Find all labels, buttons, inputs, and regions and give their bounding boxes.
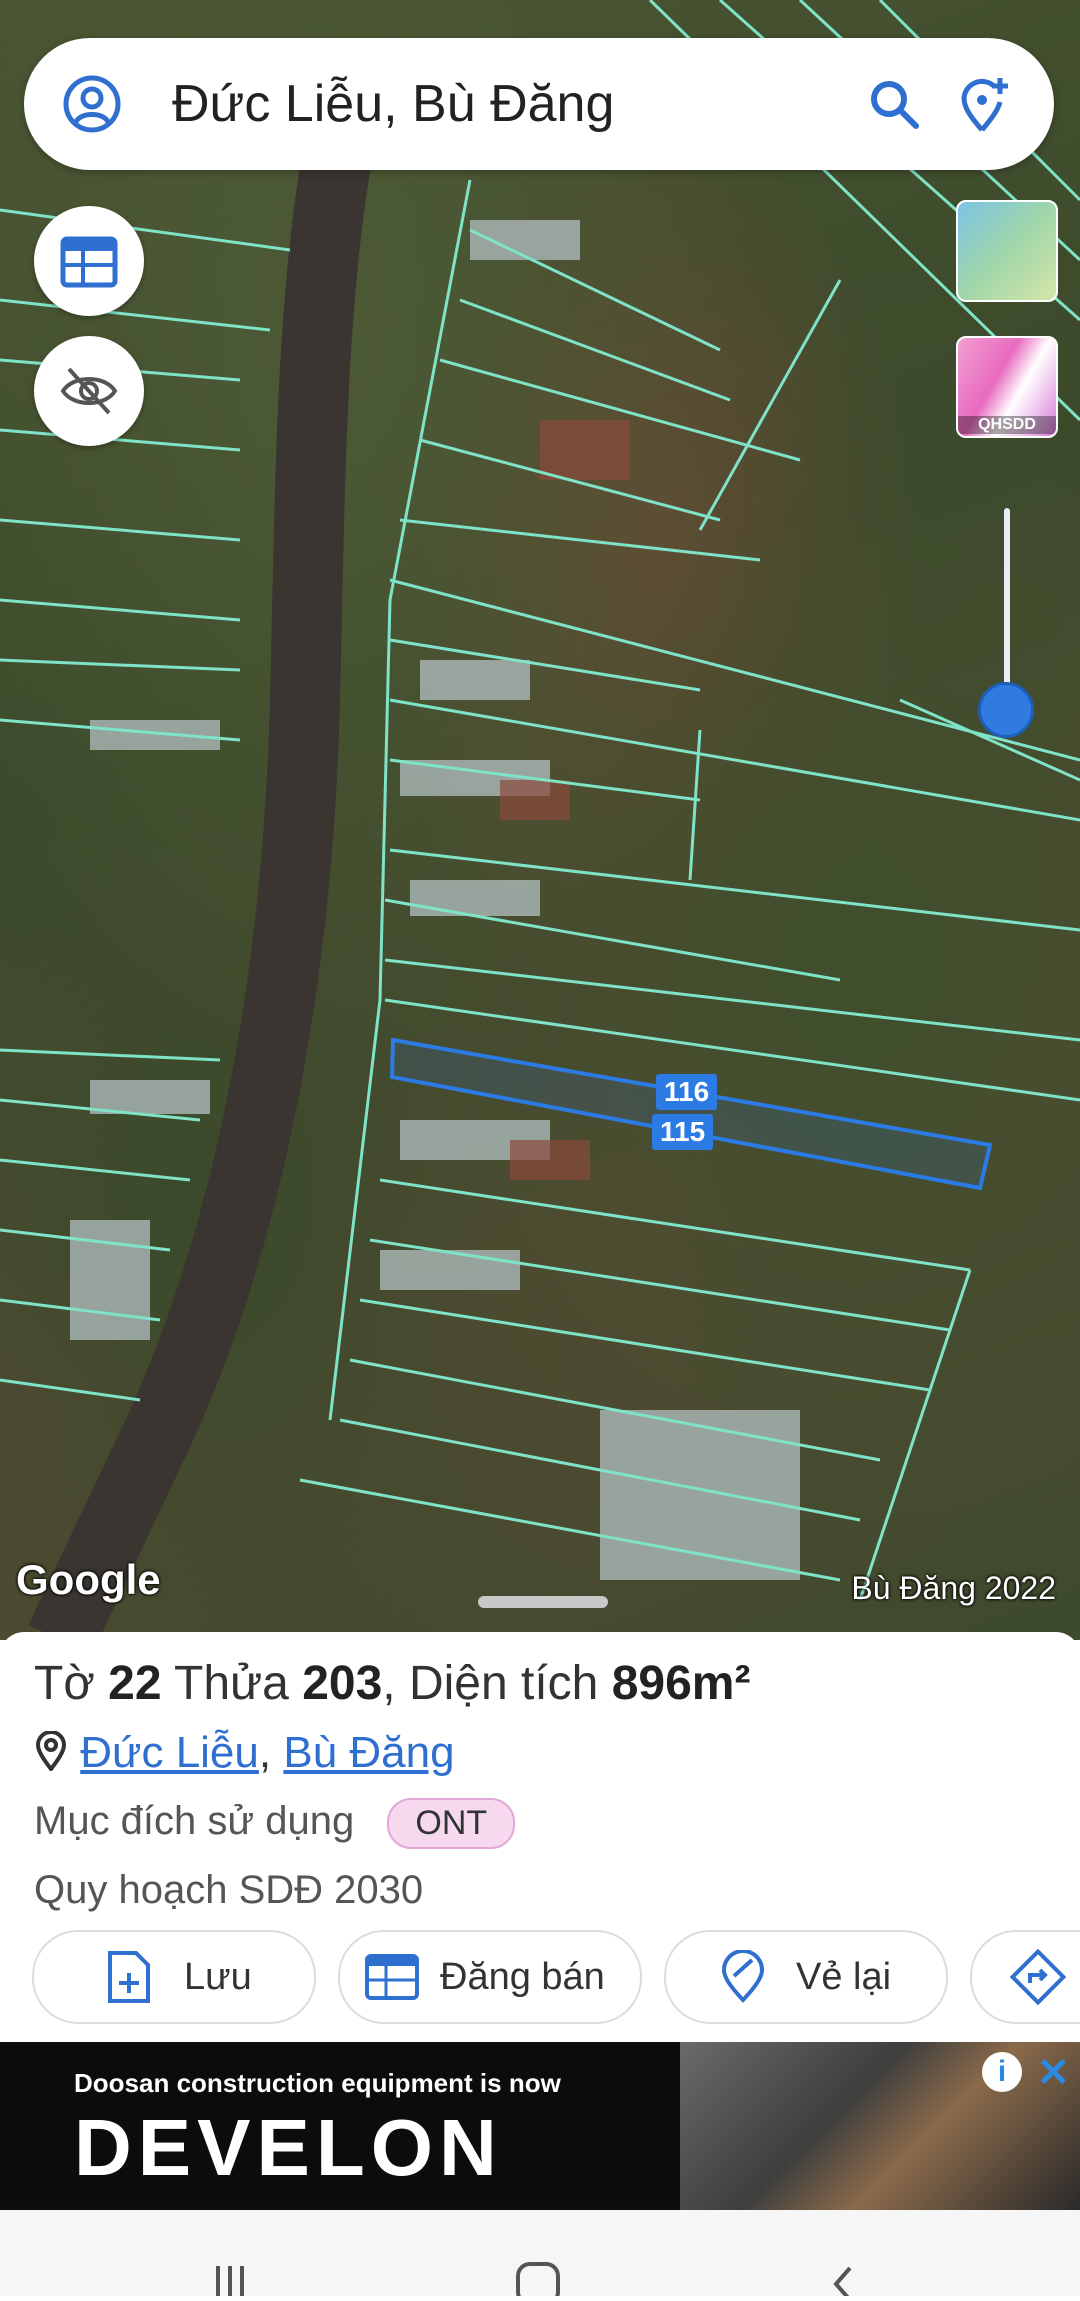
search-icon[interactable] xyxy=(864,74,924,134)
plot-label: Thửa xyxy=(174,1657,289,1710)
save-button[interactable]: Lưu xyxy=(32,1930,316,2024)
google-logo: Google xyxy=(16,1556,161,1603)
qhsdd-layer-thumbnail[interactable]: QHSDD xyxy=(956,336,1058,438)
map-view[interactable]: 116 115 Google Bù Đăng 2022 xyxy=(0,0,1080,1640)
calendar-icon xyxy=(60,236,118,288)
satellite-layer-thumbnail[interactable] xyxy=(956,200,1058,302)
parcel-number-116[interactable]: 116 xyxy=(656,1074,718,1110)
ad-brand: DEVELON xyxy=(74,2103,503,2192)
sheet-number: 22 xyxy=(108,1657,162,1710)
home-icon[interactable] xyxy=(516,2262,560,2301)
plot-number: 203 xyxy=(302,1657,383,1710)
calendar-icon xyxy=(365,1954,419,2000)
ad-banner[interactable]: Doosan construction equipment is now DEV… xyxy=(0,2042,1080,2210)
parcel-title: Tờ 22 Thửa 203, Diện tích 896m² xyxy=(34,1656,750,1711)
add-document-icon xyxy=(108,1951,150,2003)
planning-label[interactable]: Quy hoạch SDĐ 2030 xyxy=(34,1868,423,1913)
purpose-row: Mục đích sử dụng ONT xyxy=(34,1798,516,1849)
district-link[interactable]: Bù Đăng xyxy=(283,1728,454,1777)
commune-link[interactable]: Đức Liễu xyxy=(80,1728,259,1777)
eye-off-icon xyxy=(60,367,118,415)
redraw-button[interactable]: Vẻ lại xyxy=(664,1930,948,2024)
location-row: Đức Liễu, Bù Đăng xyxy=(34,1728,455,1778)
back-icon[interactable] xyxy=(833,2266,852,2301)
redraw-label: Vẻ lại xyxy=(796,1955,892,1998)
redraw-pin-icon xyxy=(721,1950,765,2003)
area-label: , Diện tích xyxy=(382,1657,599,1710)
save-label: Lưu xyxy=(184,1955,252,1998)
system-nav-bar xyxy=(0,2210,1080,2301)
map-attribution: Bù Đăng 2022 xyxy=(851,1570,1056,1606)
location-title[interactable]: Đức Liễu, Bù Đăng xyxy=(172,72,614,136)
sheet-label: Tờ xyxy=(34,1657,95,1710)
ad-close-icon[interactable]: ✕ xyxy=(1036,2050,1070,2096)
directions-icon xyxy=(1010,1949,1066,2005)
ad-tagline: Doosan construction equipment is now xyxy=(74,2068,561,2098)
location-separator: , xyxy=(258,1728,272,1777)
zoom-slider-handle[interactable] xyxy=(978,682,1034,738)
zoom-slider-track[interactable] xyxy=(1004,508,1010,708)
post-for-sale-label: Đăng bán xyxy=(440,1955,605,1998)
calendar-button[interactable] xyxy=(34,206,144,316)
location-pin-icon xyxy=(35,1730,67,1773)
purpose-label: Mục đích sử dụng xyxy=(34,1799,355,1844)
qhsdd-label: QHSDD xyxy=(958,416,1056,434)
map-canvas xyxy=(0,0,1080,1640)
parcel-info-sheet: Tờ 22 Thửa 203, Diện tích 896m² Đức Liễu… xyxy=(0,1632,1080,2042)
recent-apps-icon[interactable] xyxy=(216,2266,244,2296)
area-value: 896m² xyxy=(611,1657,751,1710)
ad-info-icon[interactable]: i xyxy=(982,2052,1022,2092)
toggle-visibility-button[interactable] xyxy=(34,336,144,446)
parcel-number-115[interactable]: 115 xyxy=(652,1114,714,1150)
add-location-icon[interactable] xyxy=(954,74,1014,134)
sheet-drag-handle[interactable] xyxy=(478,1596,608,1608)
account-icon[interactable] xyxy=(62,74,122,134)
post-for-sale-button[interactable]: Đăng bán xyxy=(338,1930,642,2024)
search-bar[interactable]: Đức Liễu, Bù Đăng xyxy=(24,38,1054,170)
purpose-badge[interactable]: ONT xyxy=(387,1798,516,1849)
directions-button[interactable] xyxy=(970,1930,1080,2024)
